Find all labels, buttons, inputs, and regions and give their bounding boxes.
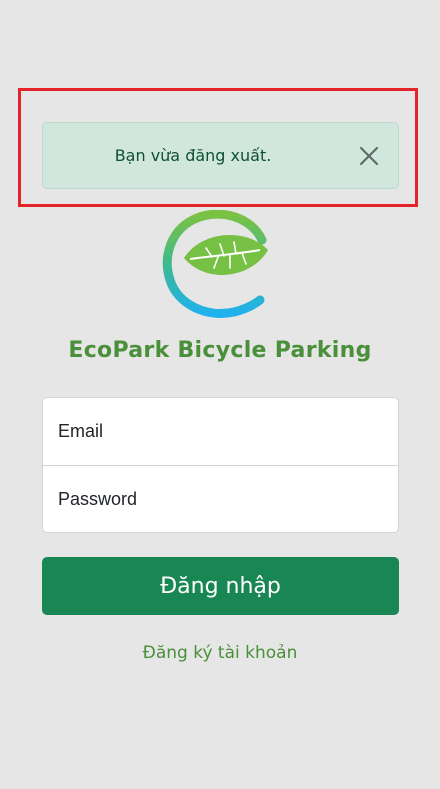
close-icon[interactable] xyxy=(358,145,380,167)
login-button[interactable]: Đăng nhập xyxy=(42,557,399,615)
brand-title: EcoPark Bicycle Parking xyxy=(68,338,372,363)
email-input[interactable] xyxy=(43,398,398,465)
login-form xyxy=(42,397,399,533)
logout-alert: Bạn vừa đăng xuất. xyxy=(42,122,399,189)
password-input[interactable] xyxy=(43,466,398,533)
leaf-e-logo-icon xyxy=(162,209,274,318)
alert-message: Bạn vừa đăng xuất. xyxy=(114,146,272,165)
register-link[interactable]: Đăng ký tài khoản xyxy=(0,643,440,663)
